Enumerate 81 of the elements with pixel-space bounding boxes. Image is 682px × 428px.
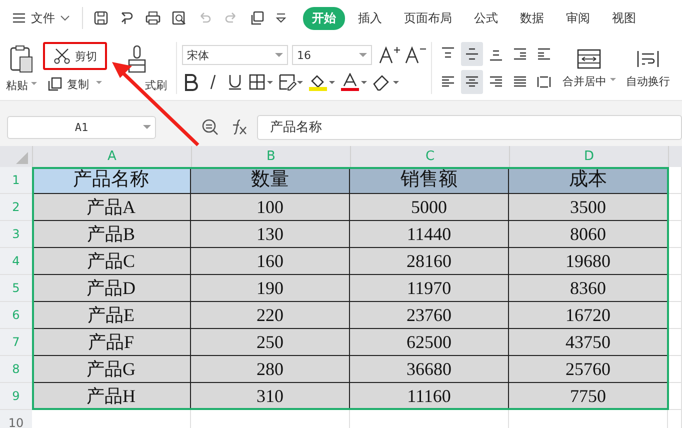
- print-icon[interactable]: [145, 10, 161, 26]
- copy-icon: [47, 76, 63, 92]
- table-cell: 220: [191, 302, 350, 329]
- table-cell: 产品C: [32, 248, 191, 275]
- font-name-field[interactable]: 宋体: [182, 45, 288, 65]
- menu-icon: [12, 12, 26, 24]
- table-cell: 280: [191, 356, 350, 383]
- borders-icon[interactable]: [248, 73, 274, 91]
- table-cell: 11970: [350, 275, 509, 302]
- table-cell: 160: [191, 248, 350, 275]
- table-cell: 250: [191, 329, 350, 356]
- align-lines-icon: [464, 46, 480, 62]
- table-cell: 7750: [509, 383, 668, 410]
- align-lines-icon: [536, 46, 552, 62]
- table-cell: 19680: [509, 248, 668, 275]
- table-cell: 5000: [350, 194, 509, 221]
- font-color-icon[interactable]: [340, 73, 368, 91]
- paste-button[interactable]: 粘贴: [6, 44, 37, 92]
- table-cell: 3500: [509, 194, 668, 221]
- table-cell: 产品A: [32, 194, 191, 221]
- copy-button[interactable]: 复制: [43, 74, 107, 94]
- decrease-font-icon[interactable]: [404, 45, 426, 65]
- table-cell: 190: [191, 275, 350, 302]
- table-cell: 130: [191, 221, 350, 248]
- merge-cells-icon: [576, 48, 602, 70]
- name-box[interactable]: A1: [7, 116, 156, 138]
- ribbon-tab[interactable]: 公式: [465, 6, 507, 30]
- table-cell: 产品H: [32, 383, 191, 410]
- table-cell: 产品名称: [32, 167, 191, 194]
- table-cell: 产品D: [32, 275, 191, 302]
- save-icon[interactable]: [93, 10, 109, 26]
- format-painter-label[interactable]: 式刷: [117, 78, 167, 92]
- table-cell: 23760: [350, 302, 509, 329]
- print-preview-icon[interactable]: [171, 10, 187, 26]
- table-cell: 产品B: [32, 221, 191, 248]
- chevron-icon: [60, 15, 70, 21]
- underline-icon[interactable]: [226, 73, 244, 91]
- alignment-button[interactable]: [461, 42, 483, 66]
- ribbon-tab[interactable]: 插入: [349, 6, 391, 30]
- table-cell: 62500: [350, 329, 509, 356]
- scissors-icon: [53, 48, 71, 64]
- clipboard-icon: [8, 44, 34, 74]
- file-menu[interactable]: 文件: [12, 10, 70, 26]
- table-cell: 16720: [509, 302, 668, 329]
- table-cell: 36680: [350, 356, 509, 383]
- ribbon-tab[interactable]: 视图: [603, 6, 645, 30]
- table-cell: 产品F: [32, 329, 191, 356]
- table-cell: 25760: [509, 356, 668, 383]
- export-icon[interactable]: [119, 10, 135, 26]
- table-cell: 产品G: [32, 356, 191, 383]
- bold-icon[interactable]: [182, 73, 200, 91]
- eraser-icon[interactable]: [372, 73, 400, 91]
- align-lines-icon: [536, 74, 552, 90]
- table-cell: 11440: [350, 221, 509, 248]
- merge-center-button[interactable]: 合并居中: [559, 48, 619, 88]
- row-header[interactable]: 10: [0, 410, 32, 428]
- alignment-button[interactable]: [461, 70, 483, 94]
- table-cell: 43750: [509, 329, 668, 356]
- table-cell: 28160: [350, 248, 509, 275]
- fill-color-icon[interactable]: [308, 73, 336, 91]
- ribbon-tab[interactable]: 数据: [511, 6, 553, 30]
- zoom-icon[interactable]: [201, 118, 219, 136]
- table-cell: 8060: [509, 221, 668, 248]
- ribbon-tab[interactable]: 页面布局: [395, 6, 461, 30]
- table-cell: 11160: [350, 383, 509, 410]
- align-lines-icon: [512, 46, 528, 62]
- table-cell: 销售额: [350, 167, 509, 194]
- table-cell: 310: [191, 383, 350, 410]
- font-size-field[interactable]: 16: [292, 45, 372, 65]
- table-cell: 产品E: [32, 302, 191, 329]
- copy-icon[interactable]: [249, 10, 265, 26]
- ribbon-tab[interactable]: 审阅: [557, 6, 599, 30]
- formula-field[interactable]: 产品名称: [257, 114, 682, 140]
- cut-button[interactable]: 剪切: [43, 42, 107, 70]
- table-cell: 成本: [509, 167, 668, 194]
- wrap-text-button[interactable]: 自动换行: [623, 48, 673, 88]
- table-cell: 数量: [191, 167, 350, 194]
- table-cell: 100: [191, 194, 350, 221]
- table-cell: 8360: [509, 275, 668, 302]
- increase-font-icon[interactable]: [378, 45, 400, 65]
- cell-style-icon[interactable]: [278, 73, 304, 91]
